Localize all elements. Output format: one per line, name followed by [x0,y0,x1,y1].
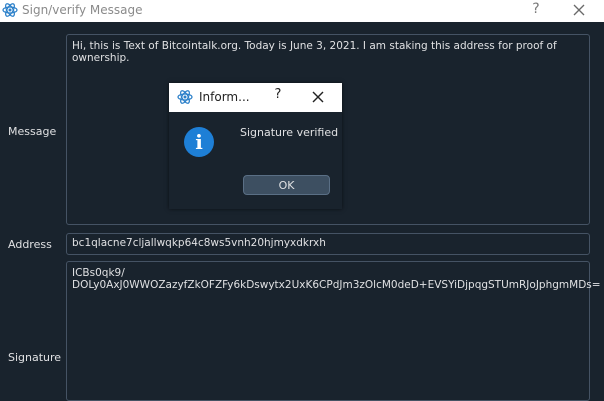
dialog-title: Inform... [199,90,250,104]
signature-label: Signature [8,351,62,364]
window-titlebar: Sign/verify Message ? [0,0,604,22]
close-icon[interactable] [570,1,588,19]
window-title: Sign/verify Message [22,3,143,17]
info-icon: i [184,127,214,157]
dialog-message: Signature verified [240,126,339,139]
dialog-help-button[interactable]: ? [271,87,285,102]
close-icon[interactable] [311,90,325,104]
ok-button[interactable]: OK [243,175,330,195]
dialog-titlebar: Inform... ? [169,83,342,112]
help-button[interactable]: ? [528,0,544,20]
electrum-app-icon [177,90,193,104]
signature-textarea[interactable]: ICBs0qk9/ DOLy0AxJ0WWOZazyfZkOFZFy6kDswy… [66,261,601,401]
message-label: Message [8,125,57,138]
address-input[interactable]: bc1qlacne7cljallwqkp64c8ws5vnh20hjmyxdkr… [66,233,590,255]
address-label: Address [8,238,52,251]
electrum-app-icon [2,3,18,17]
information-dialog: Inform... ? i Signature verified OK [169,83,342,209]
